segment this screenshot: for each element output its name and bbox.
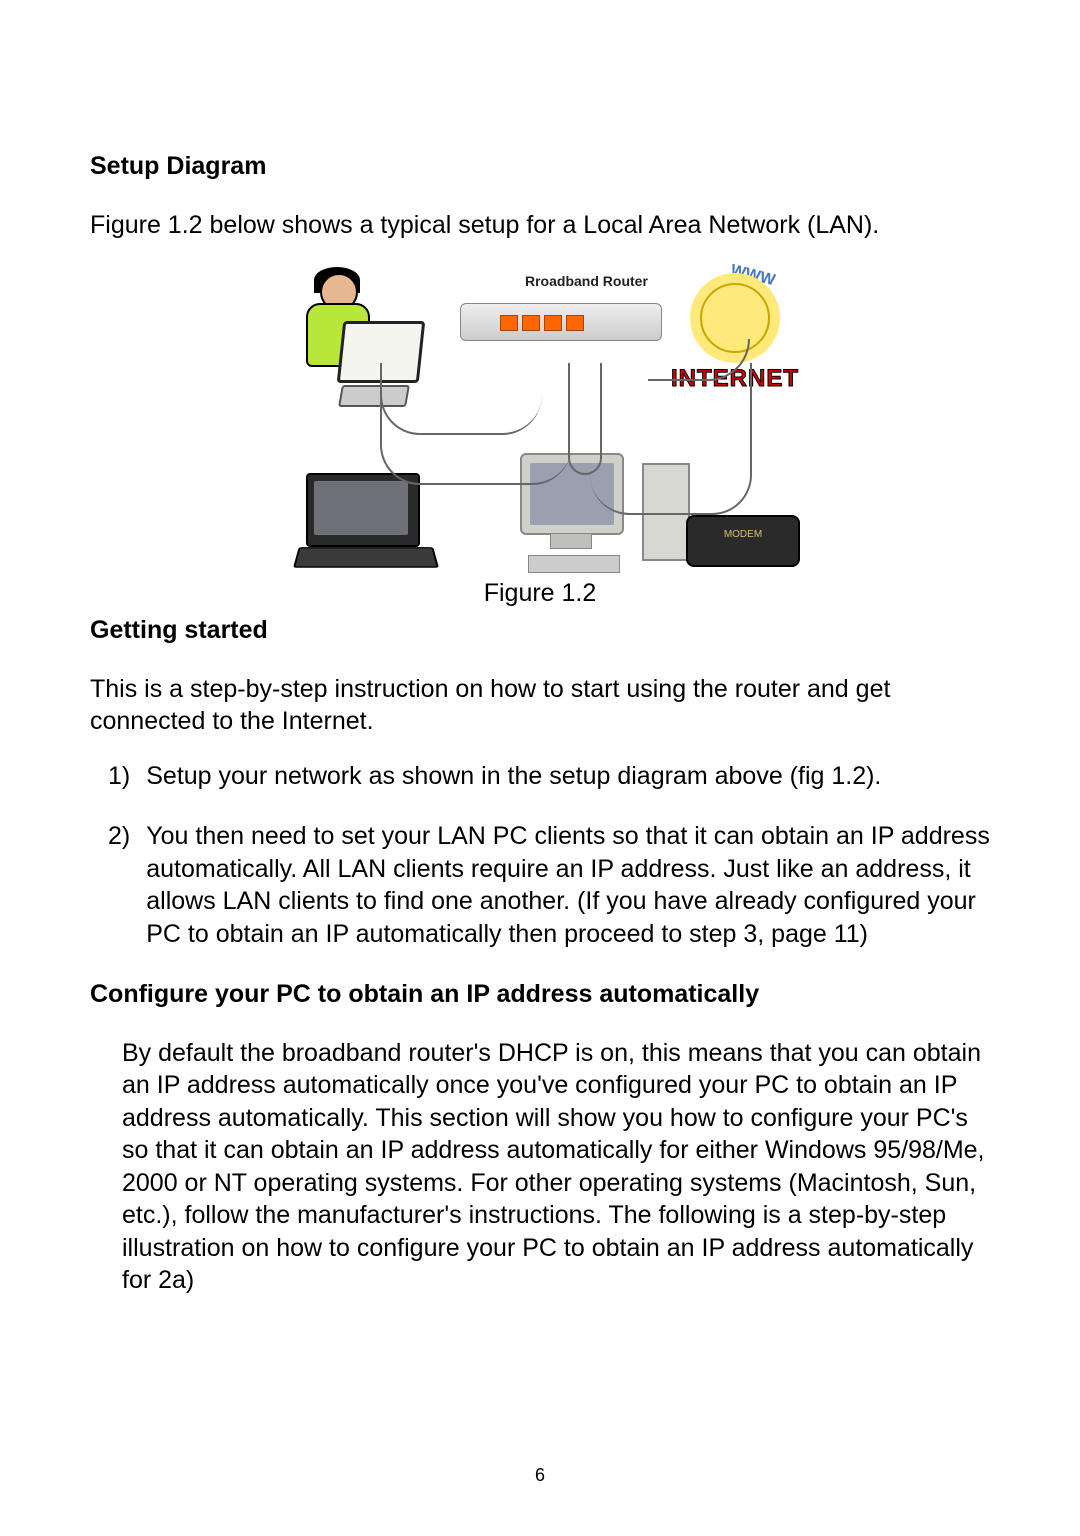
heading-getting-started: Getting started bbox=[90, 614, 990, 647]
cable-line bbox=[380, 363, 572, 485]
document-page: Setup Diagram Figure 1.2 below shows a t… bbox=[0, 0, 1080, 1536]
list-item: 1) Setup your network as shown in the se… bbox=[108, 760, 990, 793]
router-label: Rroadband Router bbox=[525, 273, 648, 289]
paragraph-getting-started: This is a step-by-step instruction on ho… bbox=[90, 673, 990, 738]
list-text: You then need to set your LAN PC clients… bbox=[146, 820, 990, 950]
list-number: 1) bbox=[108, 760, 130, 793]
modem-icon bbox=[686, 515, 800, 567]
page-number: 6 bbox=[0, 1465, 1080, 1486]
cable-line bbox=[590, 363, 752, 515]
figure-container: Rroadband Router WWW INTERNET bbox=[90, 263, 990, 573]
laptop-icon bbox=[296, 473, 436, 573]
list-number: 2) bbox=[108, 820, 130, 853]
router-ports-icon bbox=[500, 315, 584, 331]
figure-caption: Figure 1.2 bbox=[90, 579, 990, 608]
ordered-list: 1) Setup your network as shown in the se… bbox=[90, 760, 990, 951]
paragraph-setup-desc: Figure 1.2 below shows a typical setup f… bbox=[90, 209, 990, 242]
list-text: Setup your network as shown in the setup… bbox=[146, 760, 990, 793]
network-diagram: Rroadband Router WWW INTERNET bbox=[260, 263, 820, 573]
heading-setup-diagram: Setup Diagram bbox=[90, 150, 990, 183]
list-item: 2) You then need to set your LAN PC clie… bbox=[108, 820, 990, 950]
heading-configure-pc: Configure your PC to obtain an IP addres… bbox=[90, 978, 990, 1011]
paragraph-configure-body: By default the broadband router's DHCP i… bbox=[90, 1037, 990, 1297]
